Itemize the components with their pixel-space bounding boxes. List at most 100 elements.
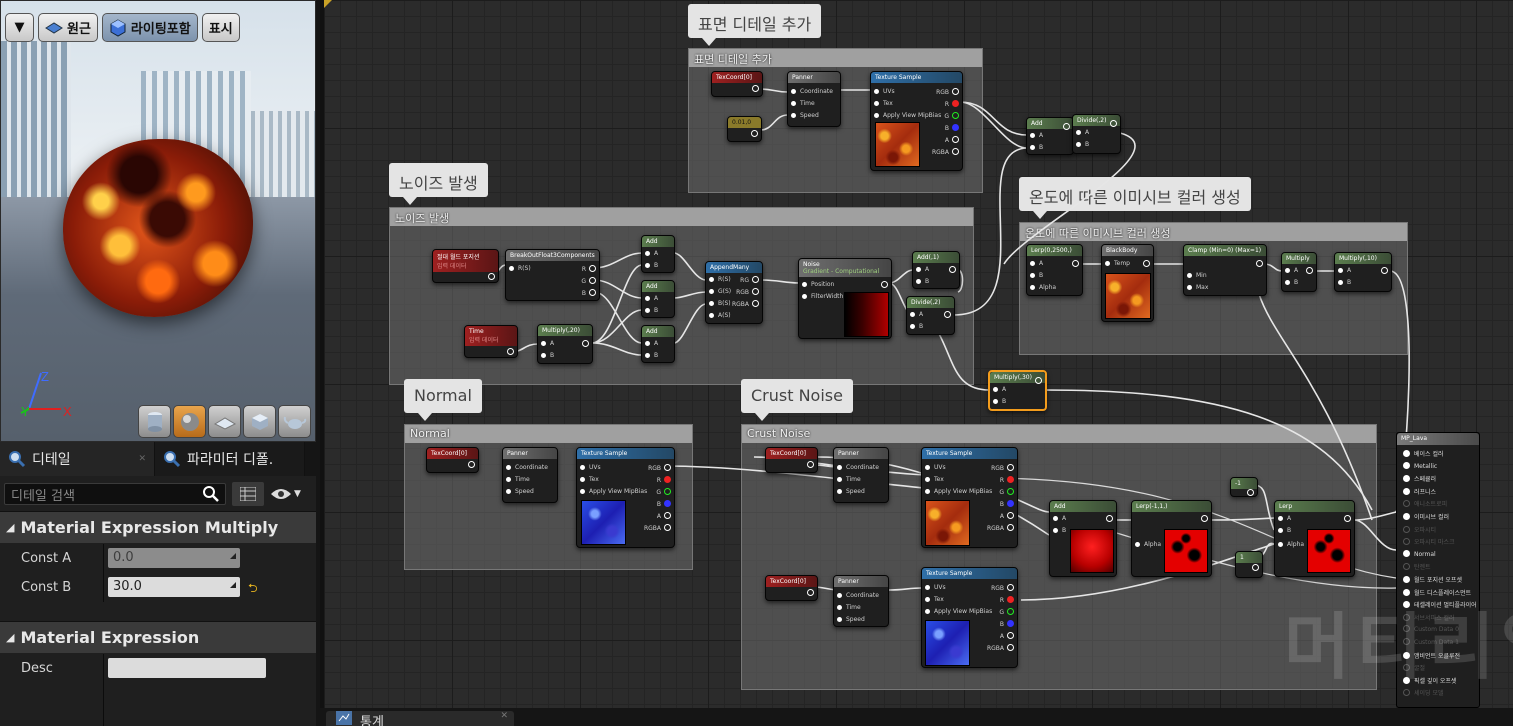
stats-tab[interactable]: 통계 ✕ [326,711,514,726]
node-output-pin[interactable] [504,348,514,356]
result-pin[interactable]: 스페큘러 [1403,474,1436,483]
node-output-pin[interactable] [1107,120,1117,128]
preview-sphere-button[interactable] [173,405,206,438]
preview-plane-button[interactable] [208,405,241,438]
pin-a[interactable]: A [1076,129,1089,136]
pin-a[interactable]: A [1030,260,1043,267]
node-panner-surface[interactable]: Panner Coordinate Time Speed [787,71,841,127]
node-multiply-30-selected[interactable]: Multiply(,30) A B [988,370,1047,411]
pin-coordinate[interactable]: Coordinate [791,88,833,95]
pin-a[interactable]: A [916,266,929,273]
node-panner-normal[interactable]: Panner Coordinate Time Speed [502,447,558,503]
node-output-pin[interactable] [1103,515,1113,523]
pin-min[interactable]: Min [1187,272,1207,279]
preview-cylinder-button[interactable] [138,405,171,438]
pin-r[interactable]: R [945,100,959,108]
pin-b[interactable]: B [657,500,671,508]
pin-speed[interactable]: Speed [837,616,865,623]
result-pin[interactable]: Normal [1403,550,1436,558]
pin-a[interactable]: A [657,512,671,520]
node-output-pin[interactable] [1060,123,1070,131]
pin-r[interactable]: R [1000,476,1014,484]
pin-rgb[interactable]: RGB [991,584,1014,592]
pin-r[interactable]: R [1000,596,1014,604]
pin-time[interactable]: Time [506,476,530,483]
pin-rgba[interactable]: RGBA [987,524,1014,532]
node-texture-sample-surface[interactable]: Texture Sample UVs Tex Apply View MipBia… [870,71,963,171]
node-texcoord-surface[interactable]: TexCoord[0] [711,71,763,97]
node-multiply-10[interactable]: Multiply(,10) A B [1334,252,1392,292]
node-output-pin[interactable] [1032,377,1042,385]
pin-uvs[interactable]: UVs [925,584,946,591]
pin-a[interactable]: A [1338,267,1351,274]
pin-gs[interactable]: G(S) [709,288,731,295]
node-texcoord-crust-1[interactable]: TexCoord[0] [765,447,818,473]
node-texture-sample-crust-1[interactable]: Texture Sample UVs Tex Apply View MipBia… [921,447,1018,548]
node-output-pin[interactable] [1378,267,1388,275]
node-output-pin[interactable] [941,311,951,319]
node-divide-noise[interactable]: Divide(,2) A B [906,296,955,335]
pin-b[interactable]: B [1338,279,1351,286]
close-tab-icon[interactable]: ✕ [138,454,146,464]
pin-b[interactable]: B [1030,272,1043,279]
const-b-field[interactable]: 30.0 [108,577,240,597]
pin-b[interactable]: B [541,352,554,359]
node-append-many[interactable]: AppendMany R(S) G(S) B(S) A(S) RG RGB RG… [705,261,763,324]
details-search-input[interactable]: 디테일 검색 [4,483,226,505]
pin-b[interactable]: B [1000,620,1014,628]
pin-uvs[interactable]: UVs [874,88,895,95]
node-const-1[interactable]: 1 [1235,551,1263,578]
node-texture-sample-normal[interactable]: Texture Sample UVs Tex Apply View MipBia… [576,447,675,548]
pin-rgb[interactable]: RGB [648,464,671,472]
pin-rs[interactable]: R(S) [709,276,731,283]
node-output-pin[interactable] [1341,515,1351,523]
node-output-pin[interactable] [748,130,758,138]
pin-temp[interactable]: Temp [1105,260,1130,267]
pin-tex[interactable]: Tex [925,476,944,483]
node-output-pin[interactable] [946,266,956,274]
pin-tex[interactable]: Tex [874,100,893,107]
node-add-surface[interactable]: Add A B [1026,117,1074,155]
preview-teapot-button[interactable] [278,405,311,438]
pin-rgba[interactable]: RGBA [987,644,1014,652]
node-texcoord-crust-2[interactable]: TexCoord[0] [765,575,818,601]
node-output-pin[interactable] [1198,515,1208,523]
result-pin[interactable]: 러프니스 [1403,487,1436,496]
preview-viewport[interactable]: ▼ 원근 라이팅포함 표시 Z Y X [0,0,316,442]
pin-as[interactable]: A(S) [709,312,731,319]
pin-g[interactable]: G [999,608,1014,616]
node-output-pin[interactable] [1253,260,1263,268]
node-noise[interactable]: Noise Gradient - Computational Position … [798,258,892,339]
node-multiply-20[interactable]: Multiply(,20) A B [537,324,593,364]
pin-a[interactable]: A [1000,632,1014,640]
node-lerp-neg1-1[interactable]: Lerp(-1,1,) Alpha [1131,500,1212,577]
pin-speed[interactable]: Speed [837,488,865,495]
pin-rgb[interactable]: RGB [736,288,759,296]
pin-mipbias[interactable]: Apply View MipBias [874,112,941,119]
tab-details[interactable]: 디테일 ✕ [0,442,155,476]
pin-float3[interactable]: R(S) [509,265,531,272]
pin-r[interactable]: R [582,265,596,273]
pin-b[interactable]: B [645,352,658,359]
pin-time[interactable]: Time [791,100,815,107]
pin-g[interactable]: G [999,488,1014,496]
perspective-button[interactable]: 원근 [38,13,98,42]
pin-a[interactable]: A [645,295,658,302]
result-pin[interactable]: 탄젠트 [1403,562,1431,571]
pin-a[interactable]: A [993,386,1006,393]
node-output-pin[interactable] [878,281,888,289]
node-multiply-emissive[interactable]: Multiply A B [1281,252,1317,292]
pin-coordinate[interactable]: Coordinate [506,464,548,471]
pin-coordinate[interactable]: Coordinate [837,464,879,471]
pin-b[interactable]: B [1278,527,1291,534]
node-add-crust[interactable]: Add A B [1049,500,1117,577]
pin-alpha[interactable]: Alpha [1278,541,1304,548]
pin-b[interactable]: B [582,289,596,297]
show-button[interactable]: 표시 [201,13,240,42]
node-output-pin[interactable] [465,461,475,469]
pin-tex[interactable]: Tex [925,596,944,603]
pin-time[interactable]: Time [837,476,861,483]
node-output-pin[interactable] [1244,489,1254,497]
node-output-pin[interactable] [804,589,814,597]
pin-filterwidth[interactable]: FilterWidth [802,293,843,300]
